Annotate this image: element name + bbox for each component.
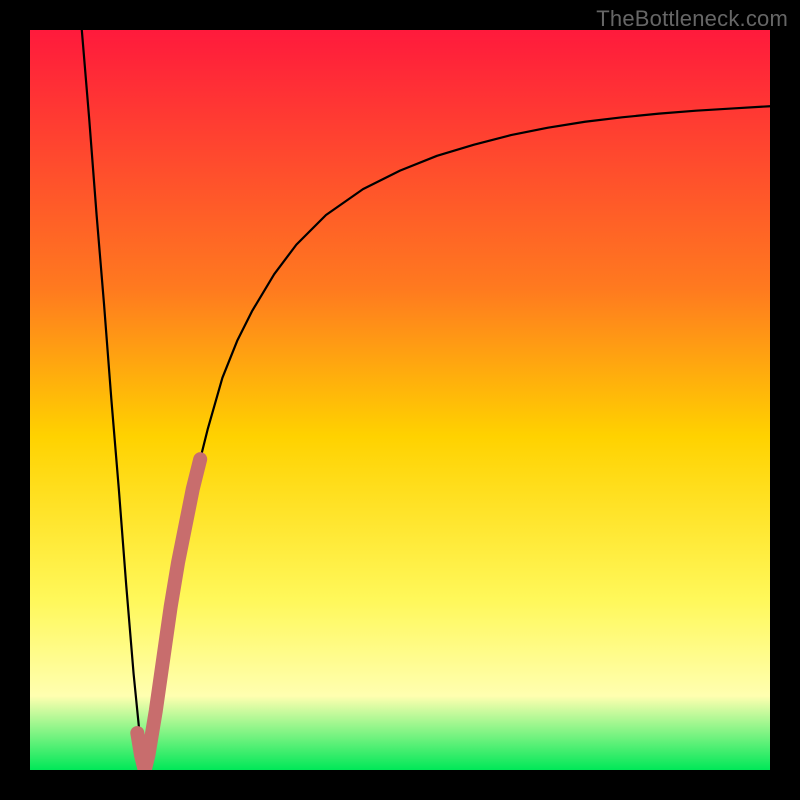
gradient-background xyxy=(30,30,770,770)
plot-area xyxy=(30,30,770,770)
chart-svg xyxy=(30,30,770,770)
chart-frame: TheBottleneck.com xyxy=(0,0,800,800)
watermark-text: TheBottleneck.com xyxy=(596,6,788,32)
